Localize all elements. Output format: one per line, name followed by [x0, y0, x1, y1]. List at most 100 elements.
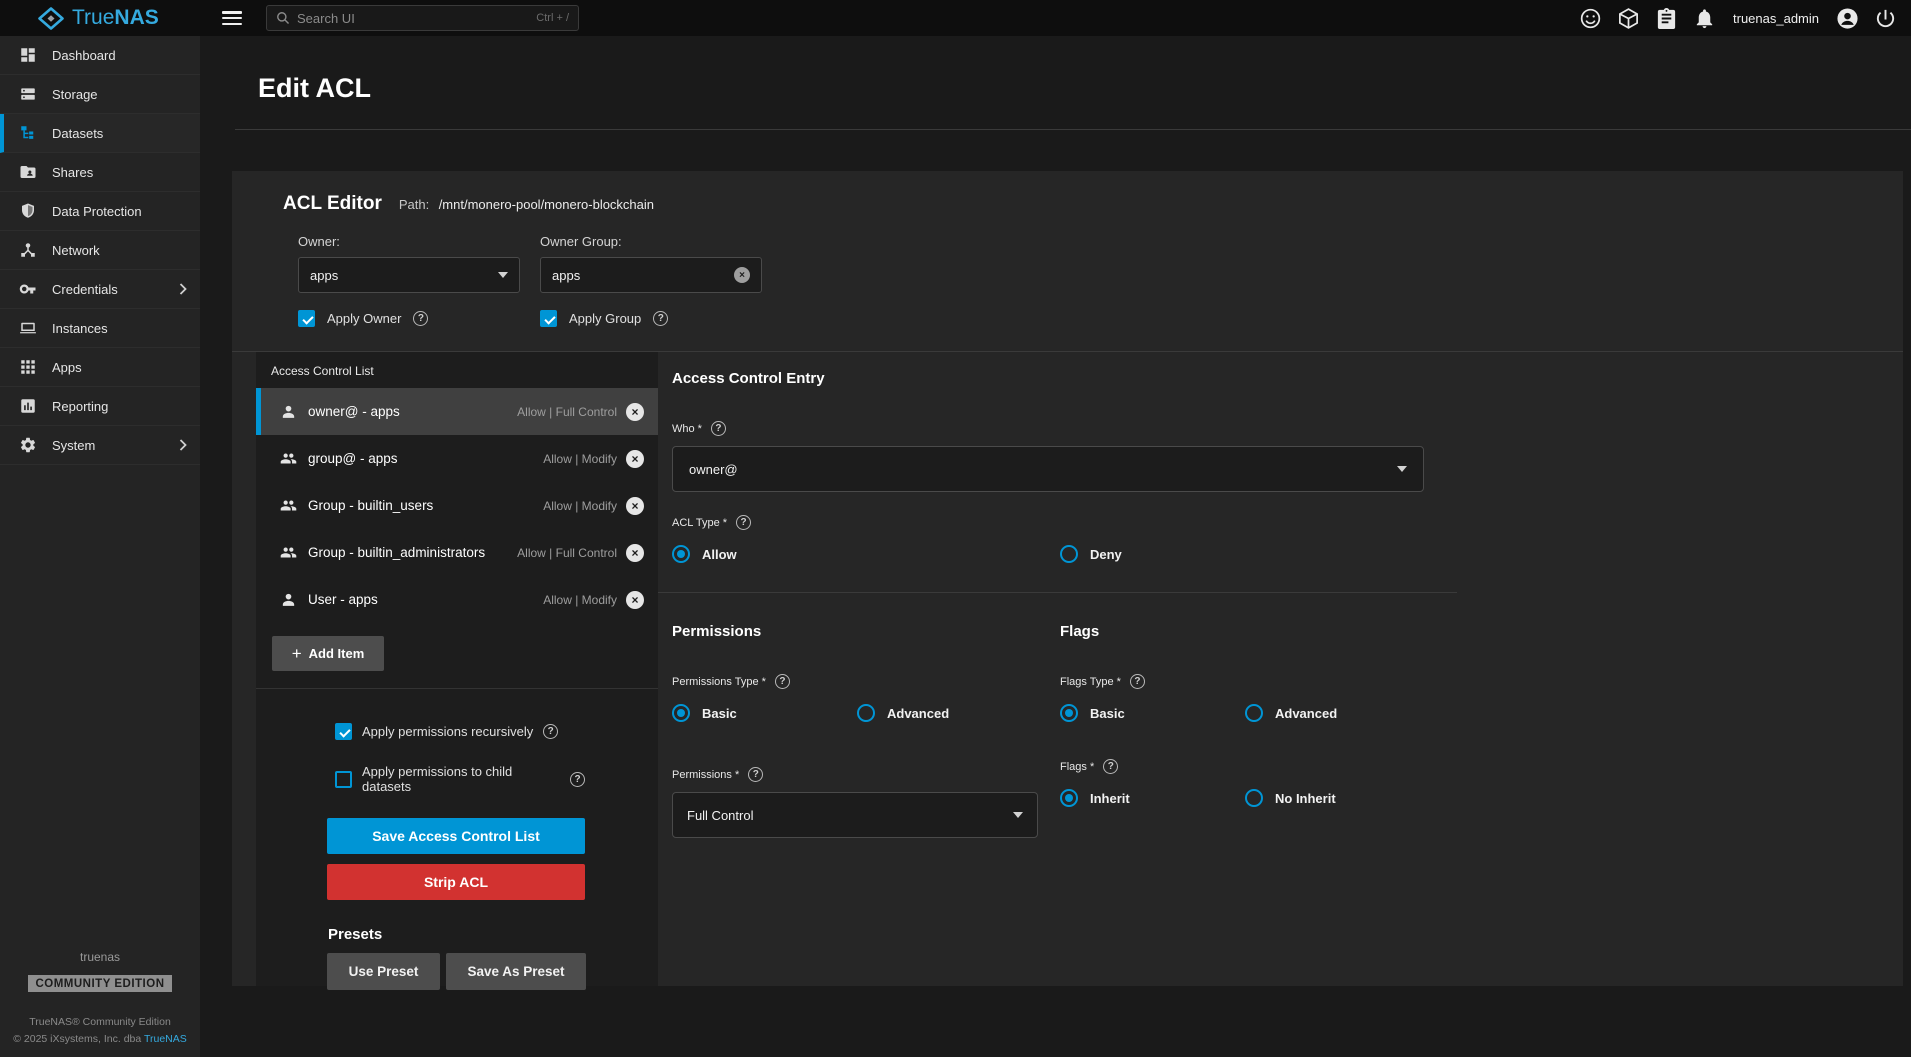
help-icon[interactable]: ?	[543, 724, 558, 739]
acl-item-perms: Allow | Modify	[543, 452, 617, 466]
copyright-text: © 2025 iXsystems, Inc. dba	[13, 1033, 144, 1045]
delete-entry-icon[interactable]: ×	[626, 403, 644, 421]
sidebar-item-label: Shares	[52, 165, 93, 180]
owner-group-value: apps	[552, 268, 580, 283]
delete-entry-icon[interactable]: ×	[626, 497, 644, 515]
search-shortcut-hint: Ctrl + /	[536, 12, 569, 24]
permissions-value: Full Control	[687, 808, 753, 823]
acl-item-perms: Allow | Full Control	[517, 405, 617, 419]
use-preset-button[interactable]: Use Preset	[327, 953, 440, 990]
power-icon[interactable]	[1874, 7, 1897, 30]
acl-list-item[interactable]: User - apps Allow | Modify ×	[256, 576, 658, 623]
sidebar-item-label: Instances	[52, 321, 108, 336]
feedback-smiley-icon[interactable]	[1579, 7, 1602, 30]
sidebar-item-label: Reporting	[52, 399, 108, 414]
radio-icon	[1245, 704, 1263, 722]
apply-owner-checkbox[interactable]	[298, 310, 315, 327]
sidebar-item-storage[interactable]: Storage	[0, 75, 200, 114]
sidebar-item-shares[interactable]: Shares	[0, 153, 200, 192]
acl-item-who: owner@ - apps	[308, 404, 400, 419]
add-item-button[interactable]: + Add Item	[272, 636, 384, 671]
sidebar-item-label: Network	[52, 243, 100, 258]
access-control-entry-panel: Access Control Entry Who * ? owner@ ACL …	[658, 352, 1903, 986]
user-avatar-icon[interactable]	[1836, 7, 1859, 30]
help-icon[interactable]: ?	[748, 767, 763, 782]
sidebar-item-label: Credentials	[52, 282, 118, 297]
sidebar-item-data-protection[interactable]: Data Protection	[0, 192, 200, 231]
ix-stack-icon[interactable]	[1617, 7, 1640, 30]
help-icon[interactable]: ?	[736, 515, 751, 530]
jobs-clipboard-icon[interactable]	[1655, 7, 1678, 30]
help-icon[interactable]: ?	[1130, 674, 1145, 689]
plus-icon: +	[292, 645, 302, 662]
permissions-type-basic-radio[interactable]: Basic	[672, 704, 857, 722]
search-icon	[276, 11, 290, 25]
truenas-brand[interactable]: TrueNAS	[0, 6, 200, 30]
acl-type-allow-radio[interactable]: Allow	[672, 545, 1060, 563]
save-acl-button[interactable]: Save Access Control List	[327, 818, 585, 854]
strip-acl-button[interactable]: Strip ACL	[327, 864, 585, 900]
flags-no-inherit-radio[interactable]: No Inherit	[1245, 789, 1336, 807]
child-datasets-checkbox[interactable]	[335, 771, 352, 788]
network-hub-icon	[19, 241, 37, 259]
radio-icon	[1060, 789, 1078, 807]
chevron-right-icon	[179, 283, 187, 295]
sidebar-item-system[interactable]: System	[0, 426, 200, 465]
acl-list-item[interactable]: Group - builtin_users Allow | Modify ×	[256, 482, 658, 529]
help-icon[interactable]: ?	[711, 421, 726, 436]
notifications-bell-icon[interactable]	[1693, 7, 1716, 30]
help-icon[interactable]: ?	[775, 674, 790, 689]
who-value: owner@	[689, 462, 738, 477]
delete-entry-icon[interactable]: ×	[626, 591, 644, 609]
clear-icon[interactable]: ×	[734, 267, 750, 283]
gear-icon	[19, 436, 37, 454]
acl-type-deny-radio[interactable]: Deny	[1060, 545, 1122, 563]
sidebar-item-instances[interactable]: Instances	[0, 309, 200, 348]
sidebar-nav: Dashboard Storage Datasets Shares Data P…	[0, 36, 200, 1057]
acl-list-item[interactable]: Group - builtin_administrators Allow | F…	[256, 529, 658, 576]
acl-type-label: ACL Type *	[672, 517, 727, 529]
sidebar-item-label: Dashboard	[52, 48, 116, 63]
owner-group-input[interactable]: apps ×	[540, 257, 762, 293]
owner-value: apps	[310, 268, 338, 283]
flags-type-basic-radio[interactable]: Basic	[1060, 704, 1245, 722]
sidebar-item-reporting[interactable]: Reporting	[0, 387, 200, 426]
acl-item-who: User - apps	[308, 592, 378, 607]
recursive-checkbox[interactable]	[335, 723, 352, 740]
sidebar-item-label: Apps	[52, 360, 82, 375]
menu-toggle-button[interactable]	[222, 11, 242, 25]
permissions-type-label: Permissions Type *	[672, 676, 766, 688]
acl-list-item[interactable]: group@ - apps Allow | Modify ×	[256, 435, 658, 482]
owner-field: Owner: apps	[298, 234, 520, 293]
save-as-preset-button[interactable]: Save As Preset	[446, 953, 586, 990]
acl-list-item[interactable]: owner@ - apps Allow | Full Control ×	[256, 388, 658, 435]
owner-select[interactable]: apps	[298, 257, 520, 293]
flags-type-advanced-radio[interactable]: Advanced	[1245, 704, 1337, 722]
permissions-select[interactable]: Full Control	[672, 792, 1038, 838]
truenas-link[interactable]: TrueNAS	[144, 1033, 187, 1045]
help-icon[interactable]: ?	[570, 772, 585, 787]
sidebar-item-network[interactable]: Network	[0, 231, 200, 270]
permissions-type-advanced-radio[interactable]: Advanced	[857, 704, 949, 722]
sidebar-item-datasets[interactable]: Datasets	[0, 114, 200, 153]
who-select[interactable]: owner@	[672, 446, 1424, 492]
delete-entry-icon[interactable]: ×	[626, 544, 644, 562]
delete-entry-icon[interactable]: ×	[626, 450, 644, 468]
help-icon[interactable]: ?	[653, 311, 668, 326]
permissions-section: Permissions Permissions Type * ? Basic	[672, 623, 1060, 838]
help-icon[interactable]: ?	[1103, 759, 1118, 774]
search-input[interactable]: Search UI Ctrl + /	[266, 5, 579, 31]
flags-inherit-radio[interactable]: Inherit	[1060, 789, 1245, 807]
username-label: truenas_admin	[1733, 11, 1819, 26]
sidebar-item-credentials[interactable]: Credentials	[0, 270, 200, 309]
sidebar-item-label: Storage	[52, 87, 98, 102]
ace-heading: Access Control Entry	[672, 370, 1903, 387]
ace-divider	[658, 592, 1457, 593]
sidebar-item-apps[interactable]: Apps	[0, 348, 200, 387]
apply-group-checkbox[interactable]	[540, 310, 557, 327]
help-icon[interactable]: ?	[413, 311, 428, 326]
sidebar-item-dashboard[interactable]: Dashboard	[0, 36, 200, 75]
people-icon	[280, 450, 297, 467]
path-value: /mnt/monero-pool/monero-blockchain	[439, 197, 654, 212]
caret-down-icon	[1013, 812, 1023, 818]
